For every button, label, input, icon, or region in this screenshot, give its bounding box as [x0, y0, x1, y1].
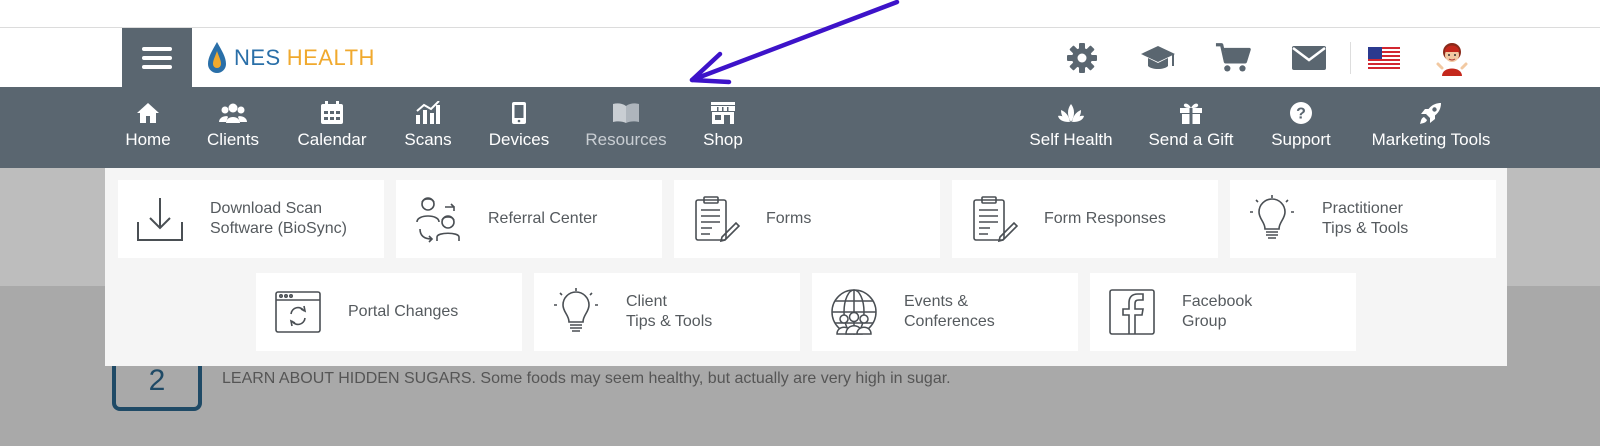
annotation-arrow-icon [689, 0, 900, 85]
annotation-arrow-overlay [689, 0, 900, 85]
